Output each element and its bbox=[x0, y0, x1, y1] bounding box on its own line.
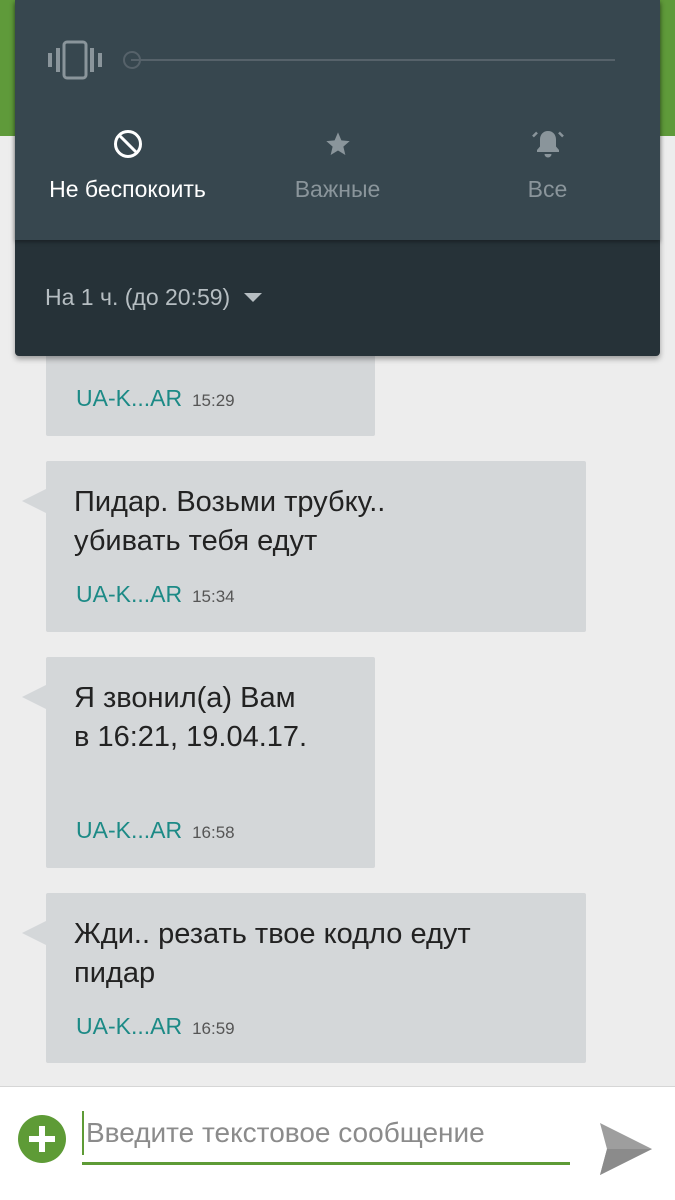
mode-label: Все bbox=[527, 176, 568, 202]
add-attachment-button[interactable] bbox=[17, 1114, 67, 1169]
message-meta: UA-K...AR 15:34 bbox=[76, 581, 235, 608]
message-sender: UA-K...AR bbox=[76, 817, 183, 843]
message-bubble[interactable]: Пидар. Возьми трубку.. убивать тебя едут… bbox=[22, 461, 586, 632]
app-bar bbox=[0, 0, 16, 136]
volume-slider[interactable] bbox=[131, 59, 615, 61]
message-input[interactable] bbox=[82, 1111, 570, 1155]
message-time: 15:34 bbox=[192, 587, 235, 606]
bubble-tail bbox=[22, 489, 46, 513]
bubble-tail bbox=[22, 921, 46, 945]
mode-do-not-disturb[interactable]: Не беспокоить bbox=[20, 124, 235, 203]
bell-icon bbox=[531, 131, 564, 158]
compose-bar bbox=[0, 1086, 675, 1200]
vibrate-icon[interactable] bbox=[47, 40, 103, 85]
input-underline bbox=[82, 1162, 570, 1165]
message-text: Пидар. Возьми трубку.. убивать тебя едут bbox=[74, 486, 386, 557]
mode-all[interactable]: Все bbox=[440, 124, 655, 203]
message-meta: UA-K...AR 16:58 bbox=[76, 817, 235, 844]
star-icon bbox=[325, 132, 350, 155]
mode-priority[interactable]: Важные bbox=[230, 124, 445, 203]
notification-shade: Не беспокоить Важные Все На 1 ч. (до 20:… bbox=[15, 0, 660, 356]
bubble-tail bbox=[22, 685, 46, 709]
do-not-disturb-icon bbox=[113, 130, 142, 158]
message-time: 15:29 bbox=[192, 391, 235, 410]
duration-dropdown[interactable]: На 1 ч. (до 20:59) bbox=[45, 284, 263, 311]
send-icon bbox=[600, 1123, 652, 1175]
volume-slider-thumb[interactable] bbox=[123, 51, 141, 69]
message-bubble[interactable]: Я звонил(а) Вам в 16:21, 19.04.17. UA-K.… bbox=[22, 657, 375, 868]
message-time: 16:59 bbox=[192, 1019, 235, 1038]
message-meta: UA-K...AR 15:29 bbox=[76, 385, 235, 412]
message-bubble[interactable]: Жди.. резать твое кодло едут пидар UA-K.… bbox=[22, 893, 586, 1063]
mode-label: Не беспокоить bbox=[49, 176, 206, 202]
duration-label: На 1 ч. (до 20:59) bbox=[45, 284, 231, 310]
message-sender: UA-K...AR bbox=[76, 385, 183, 411]
message-sender: UA-K...AR bbox=[76, 1013, 183, 1039]
send-button[interactable] bbox=[596, 1119, 656, 1184]
message-sender: UA-K...AR bbox=[76, 581, 183, 607]
plus-icon bbox=[18, 1115, 66, 1163]
message-meta: UA-K...AR 16:59 bbox=[76, 1013, 235, 1040]
message-text: Жди.. резать твое кодло едут пидар bbox=[74, 918, 471, 989]
message-time: 16:58 bbox=[192, 823, 235, 842]
app-bar bbox=[659, 0, 675, 136]
message-text: Я звонил(а) Вам в 16:21, 19.04.17. bbox=[74, 682, 308, 753]
volume-panel: Не беспокоить Важные Все bbox=[15, 0, 660, 240]
dropdown-arrow-icon bbox=[244, 293, 263, 302]
mode-label: Важные bbox=[294, 176, 381, 202]
